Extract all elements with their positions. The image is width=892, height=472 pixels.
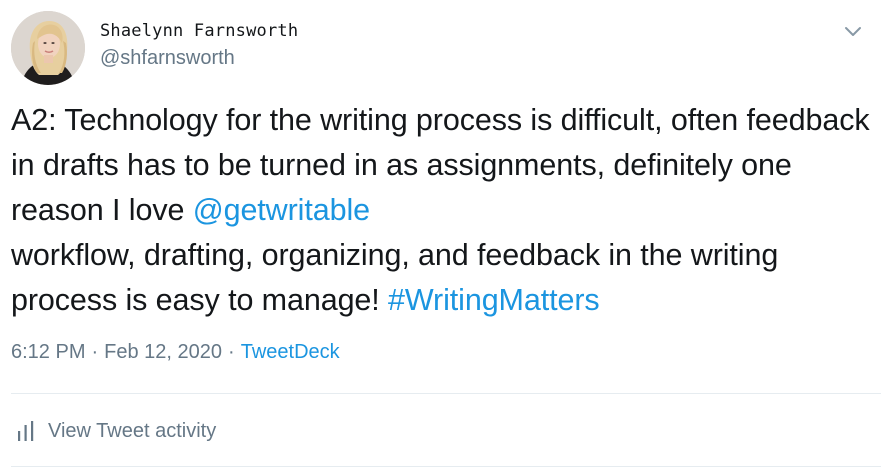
tweet-text-part: A2: Technology for the writing process i…: [11, 103, 870, 227]
user-handle[interactable]: @shfarnsworth: [100, 47, 235, 70]
bar-chart-icon: [16, 419, 36, 443]
tweet-date[interactable]: Feb 12, 2020: [104, 341, 222, 363]
view-tweet-activity-label: View Tweet activity: [48, 419, 217, 442]
meta-separator: ·: [91, 341, 99, 363]
tweet-text: A2: Technology for the writing process i…: [11, 98, 881, 323]
tweet-meta: 6:12 PM · Feb 12, 2020 · TweetDeck: [11, 341, 340, 364]
view-tweet-activity-button[interactable]: View Tweet activity: [16, 416, 216, 446]
tweet-card: Shaelynn Farnsworth @shfarnsworth A2: Te…: [0, 0, 892, 472]
tweet-time[interactable]: 6:12 PM: [11, 341, 85, 363]
divider: [11, 393, 881, 394]
hashtag-link[interactable]: #WritingMatters: [388, 283, 600, 317]
avatar[interactable]: [11, 11, 85, 85]
mention-link[interactable]: @getwritable: [193, 193, 370, 227]
tweet-source-link[interactable]: TweetDeck: [241, 341, 340, 363]
chevron-down-icon[interactable]: [840, 18, 866, 44]
display-name[interactable]: Shaelynn Farnsworth: [100, 21, 298, 41]
divider: [11, 466, 881, 467]
meta-separator: ·: [228, 341, 235, 363]
